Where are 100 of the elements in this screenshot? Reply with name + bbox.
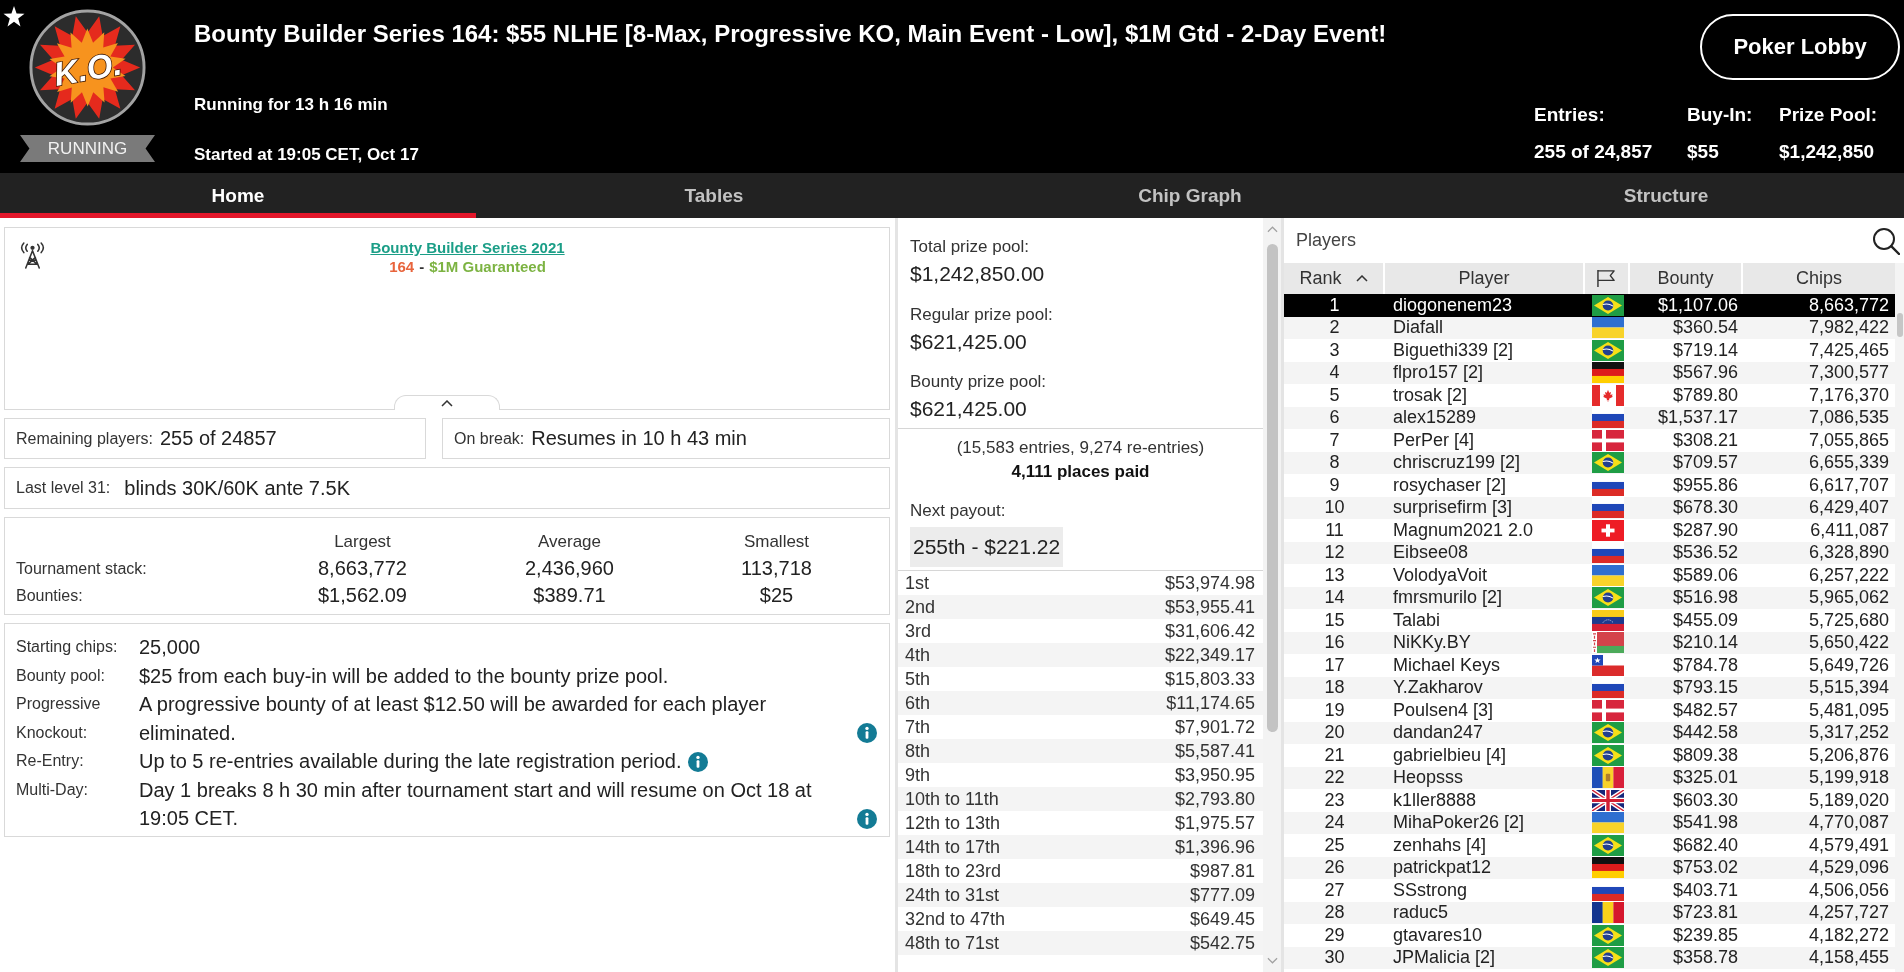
player-row[interactable]: 18 Y.Zakharov $793.15 5,515,394	[1284, 676, 1895, 699]
rank-number: 11	[1324, 519, 1345, 541]
player-row[interactable]: 20 dandan247 $442.58 5,317,252	[1284, 721, 1895, 744]
detail-label: Bounty pool:	[16, 665, 106, 686]
player-row[interactable]: 8 chriscruz199 [2] $709.57 6,655,339	[1284, 451, 1895, 474]
player-name: Biguethi339 [2]	[1392, 339, 1515, 361]
rank-number: 27	[1323, 879, 1346, 901]
player-row[interactable]: 4 flpro157 [2] $567.96 7,300,577	[1284, 361, 1895, 384]
bounty-amount: $1,107.06	[1656, 294, 1739, 316]
info-icon[interactable]	[857, 723, 877, 743]
player-row[interactable]: 26 patrickpat12 $753.02 4,529,096	[1284, 856, 1895, 879]
info-icon[interactable]	[857, 808, 877, 829]
bounty-amount: $325.01	[1671, 767, 1739, 789]
stat-label: Prize Pool:	[1779, 104, 1878, 126]
player-name: k1ller8888	[1392, 789, 1478, 811]
rank-number: 30	[1323, 947, 1346, 969]
tab[interactable]: Structure	[1428, 173, 1904, 218]
tab[interactable]: Chip Graph	[952, 173, 1428, 218]
player-row[interactable]: 2 Diafall $360.54 7,982,422	[1284, 316, 1895, 339]
scroll-down-icon[interactable]	[1266, 957, 1278, 964]
payout-place: 4th	[905, 644, 931, 666]
player-row[interactable]: 22 Heopsss $325.01 5,199,918	[1284, 766, 1895, 789]
rank-number: 14	[1323, 587, 1346, 609]
rank-number: 6	[1328, 407, 1341, 429]
stat-value: 255 of 24,857	[1534, 141, 1654, 163]
chip-count: 7,300,577	[1807, 362, 1890, 384]
belarus-flag-icon	[1591, 632, 1624, 654]
detail-label: Starting chips:	[16, 637, 119, 657]
rank-number: 5	[1328, 384, 1341, 406]
player-name: gabrielbieu [4]	[1392, 744, 1508, 766]
rank-number: 2	[1328, 317, 1341, 339]
info-icon[interactable]	[687, 751, 708, 772]
payout-place: 8th	[905, 740, 931, 762]
next-payout-label: Next payout:	[910, 500, 1006, 522]
rank-number: 28	[1323, 902, 1346, 924]
detail-text: $25 from each buy-in will be added to the bounty prize pool.	[139, 663, 669, 689]
bounty-amount: $482.57	[1671, 699, 1739, 721]
scrollbar[interactable]	[1263, 218, 1281, 972]
next-payout-value: 255th - $221.22	[910, 527, 1064, 567]
bounty-amount: $723.81	[1671, 902, 1739, 924]
rank-number: 8	[1328, 452, 1341, 474]
chip-count: 4,182,272	[1807, 924, 1890, 946]
player-row[interactable]: 24 MihaPoker26 [2] $541.98 4,770,087	[1284, 811, 1895, 834]
chip-count: 7,086,535	[1807, 407, 1890, 429]
payout-place: 1st	[905, 572, 929, 594]
stat-value: 8,663,772	[317, 557, 408, 580]
payout-amount: $53,974.98	[1164, 572, 1255, 594]
player-name: Poulsen4 [3]	[1392, 699, 1495, 721]
bounty-amount: $955.86	[1671, 474, 1739, 496]
subtitle-text: 164	[389, 257, 415, 276]
bounty-amount: $793.15	[1671, 677, 1739, 699]
tab[interactable]: Tables	[476, 173, 952, 218]
player-row[interactable]: 12 Eibsee08 $536.52 6,328,890	[1284, 541, 1895, 564]
rank-number: 13	[1323, 564, 1346, 586]
russia-flag-icon	[1591, 542, 1624, 564]
uk-flag-icon	[1591, 789, 1624, 811]
player-name: trosak [2]	[1392, 384, 1469, 406]
rank-number: 9	[1328, 474, 1341, 496]
brazil-flag-icon	[1591, 834, 1624, 856]
chip-count: 4,158,455	[1807, 947, 1890, 969]
payout-amount: $15,803.33	[1164, 668, 1255, 690]
chip-count: 5,317,252	[1807, 722, 1890, 744]
player-row[interactable]: 10 surprisefirm [3] $678.30 6,429,407	[1284, 496, 1895, 519]
player-name: rosychaser [2]	[1392, 474, 1508, 496]
payout-amount: $11,174.65	[1166, 692, 1255, 714]
search-icon[interactable]	[1872, 226, 1900, 255]
scrollbar[interactable]	[1895, 263, 1904, 972]
player-row[interactable]: 1 diogonenem23 $1,107.06 8,663,772	[1284, 294, 1895, 317]
row-label: Bounties:	[16, 586, 84, 605]
status-label: Remaining players:	[16, 429, 153, 448]
payout-amount: $31,606.42	[1164, 620, 1255, 642]
pool-value: $1,242,850.00	[910, 261, 1046, 287]
bounty-amount: $360.54	[1671, 317, 1739, 339]
rank-number: 15	[1323, 609, 1346, 631]
germany-flag-icon	[1591, 857, 1624, 879]
rank-number: 23	[1323, 789, 1346, 811]
poker-lobby-button[interactable]: Poker Lobby	[1700, 14, 1900, 80]
chip-count: 7,982,422	[1807, 317, 1890, 339]
collapse-button[interactable]	[394, 395, 500, 410]
player-row[interactable]: 16 NiKKy.BY $210.14 5,650,422	[1284, 631, 1895, 654]
player-row[interactable]: 28 raduc5 $723.81 4,257,727	[1284, 901, 1895, 924]
player-name: Michael Keys	[1392, 654, 1502, 676]
player-row[interactable]: 14 fmrsmurilo [2] $516.98 5,965,062	[1284, 586, 1895, 609]
scrollbar-thumb[interactable]	[1896, 313, 1903, 337]
star-icon[interactable]	[3, 6, 25, 27]
rank-number: 1	[1328, 294, 1341, 316]
player-name: VolodyaVoit	[1392, 564, 1489, 586]
player-row[interactable]: 30 JPMalicia [2] $358.78 4,158,455	[1284, 946, 1895, 969]
scroll-up-icon[interactable]	[1266, 226, 1278, 233]
payout-place: 7th	[905, 716, 931, 738]
chip-count: 5,189,020	[1807, 789, 1890, 811]
scrollbar-thumb[interactable]	[1266, 244, 1278, 732]
bounty-amount: $603.30	[1671, 789, 1739, 811]
column-header[interactable]: Chips	[1743, 263, 1895, 294]
rank-number: 21	[1323, 744, 1346, 766]
payout-place: 48th to 71st	[905, 932, 1000, 954]
chip-count: 5,965,062	[1807, 587, 1890, 609]
payout-place: 32nd to 47th	[905, 908, 1006, 930]
detail-label: Progressive Knockout:	[16, 694, 102, 743]
player-row[interactable]: 6 alex15289 $1,537.17 7,086,535	[1284, 406, 1895, 429]
